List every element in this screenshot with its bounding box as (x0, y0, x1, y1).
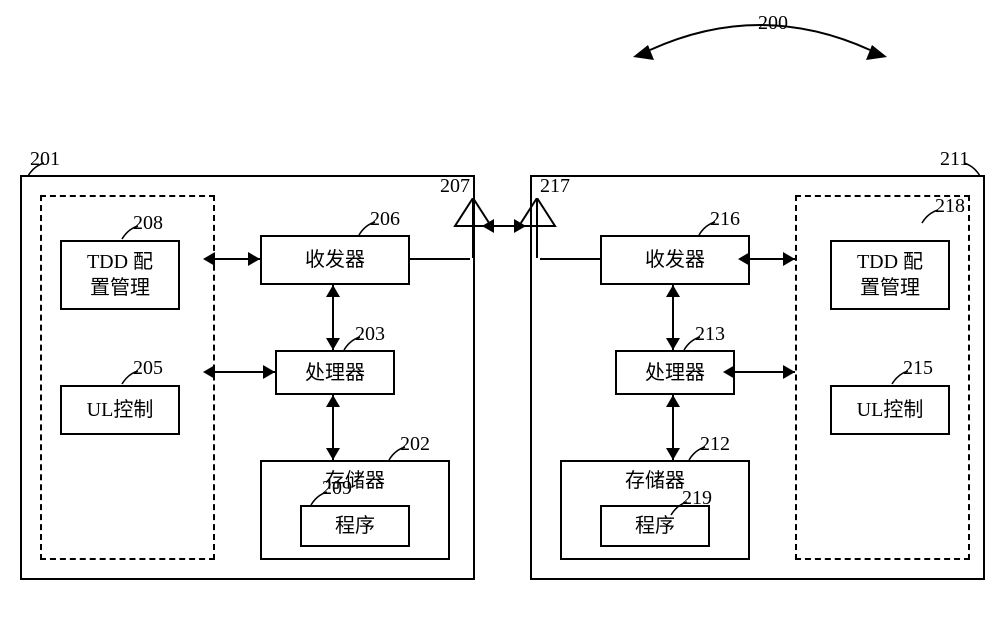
conn-antennas (492, 225, 516, 227)
ah (326, 395, 340, 407)
block-left-tdd: TDD 配 置管理 (60, 240, 180, 310)
block-left-program-leader (309, 491, 339, 511)
module-right-leader (952, 162, 982, 182)
module-right-dashed-leader (920, 209, 950, 229)
ah (783, 252, 795, 266)
block-right-transceiver-leader (697, 221, 727, 241)
ah (482, 219, 494, 233)
ah (666, 395, 680, 407)
block-right-program-leader (669, 501, 699, 521)
block-left-processor-leader (342, 336, 372, 356)
ah (203, 365, 215, 379)
block-right-ul-leader (890, 370, 920, 390)
ah (203, 252, 215, 266)
ah (738, 252, 750, 266)
ah (666, 448, 680, 460)
block-left-memory-leader (387, 446, 417, 466)
system-diagram: 200 201 TDD 配 置管理 208 UL控制 205 收发器 206 处… (0, 0, 1000, 641)
block-right-processor: 处理器 (615, 350, 735, 395)
ah (263, 365, 275, 379)
block-left-processor: 处理器 (275, 350, 395, 395)
ah (723, 365, 735, 379)
block-left-ul: UL控制 (60, 385, 180, 435)
antenna-right-ref: 217 (540, 175, 570, 198)
block-right-memory-leader (687, 446, 717, 466)
ah (248, 252, 260, 266)
block-right-ul: UL控制 (830, 385, 950, 435)
block-left-tdd-leader (120, 225, 150, 245)
block-left-transceiver-leader (357, 221, 387, 241)
antenna-left-ref: 207 (440, 175, 470, 198)
block-left-transceiver: 收发器 (260, 235, 410, 285)
ah (666, 285, 680, 297)
conn-r-ant-trans (540, 258, 600, 260)
system-ref-arrow (630, 20, 890, 130)
block-right-tdd: TDD 配 置管理 (830, 240, 950, 310)
ah (783, 365, 795, 379)
ah (326, 285, 340, 297)
block-right-transceiver: 收发器 (600, 235, 750, 285)
block-right-processor-leader (682, 336, 712, 356)
ah (666, 338, 680, 350)
ah (326, 338, 340, 350)
ah (514, 219, 526, 233)
conn-l-trans-ant (410, 258, 470, 260)
block-left-program: 程序 (300, 505, 410, 547)
module-left-leader (26, 162, 56, 182)
block-left-ul-leader (120, 370, 150, 390)
ah (326, 448, 340, 460)
